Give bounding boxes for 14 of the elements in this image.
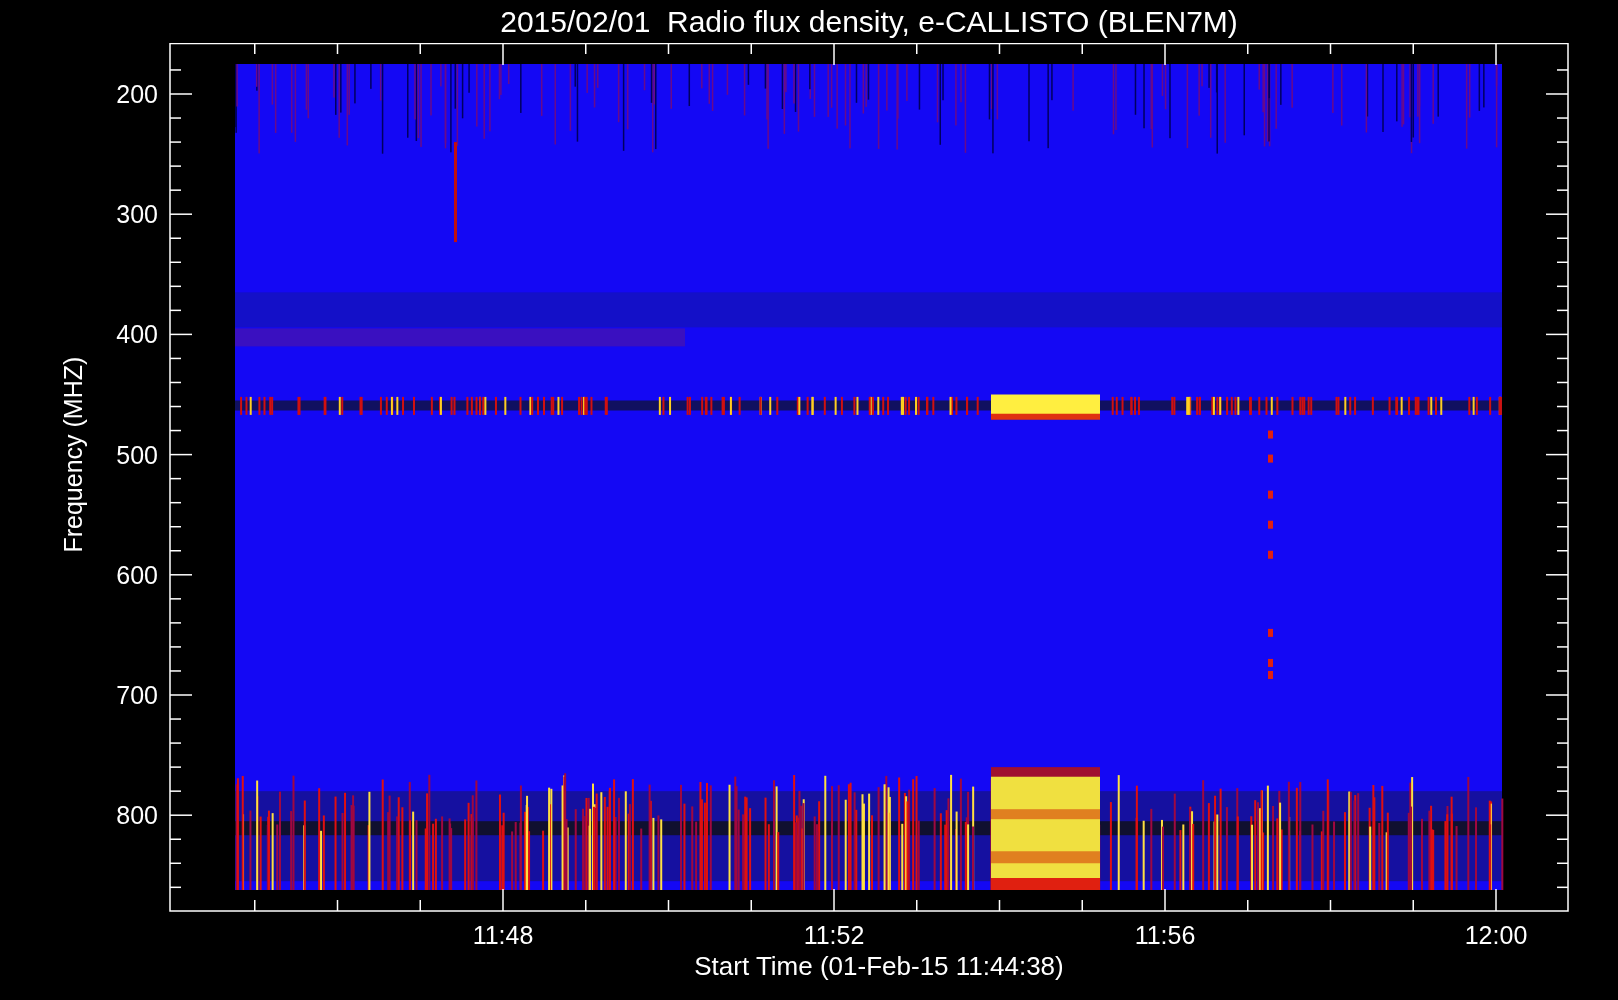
tick-label: 200 xyxy=(116,80,158,108)
tick-label: 400 xyxy=(116,320,158,349)
tick-label: 500 xyxy=(116,440,158,469)
tick-label: 300 xyxy=(116,200,158,229)
chart-title: 2015/02/01 Radio flux density, e-CALLISTO (BLEN7M) xyxy=(500,6,1238,37)
tick-label: 11:56 xyxy=(1134,921,1196,949)
tick-label: 800 xyxy=(116,801,158,830)
axis-label: Start Time (01-Feb-15 11:44:38) xyxy=(694,953,1064,979)
axis-label: Frequency (MHZ) xyxy=(59,356,87,553)
tick-label: 700 xyxy=(116,681,158,709)
tick-label: 11:52 xyxy=(803,921,865,949)
tick-label: 12:00 xyxy=(1464,921,1528,949)
tick-label: 600 xyxy=(116,560,158,589)
tick-label: 11:48 xyxy=(472,921,534,949)
